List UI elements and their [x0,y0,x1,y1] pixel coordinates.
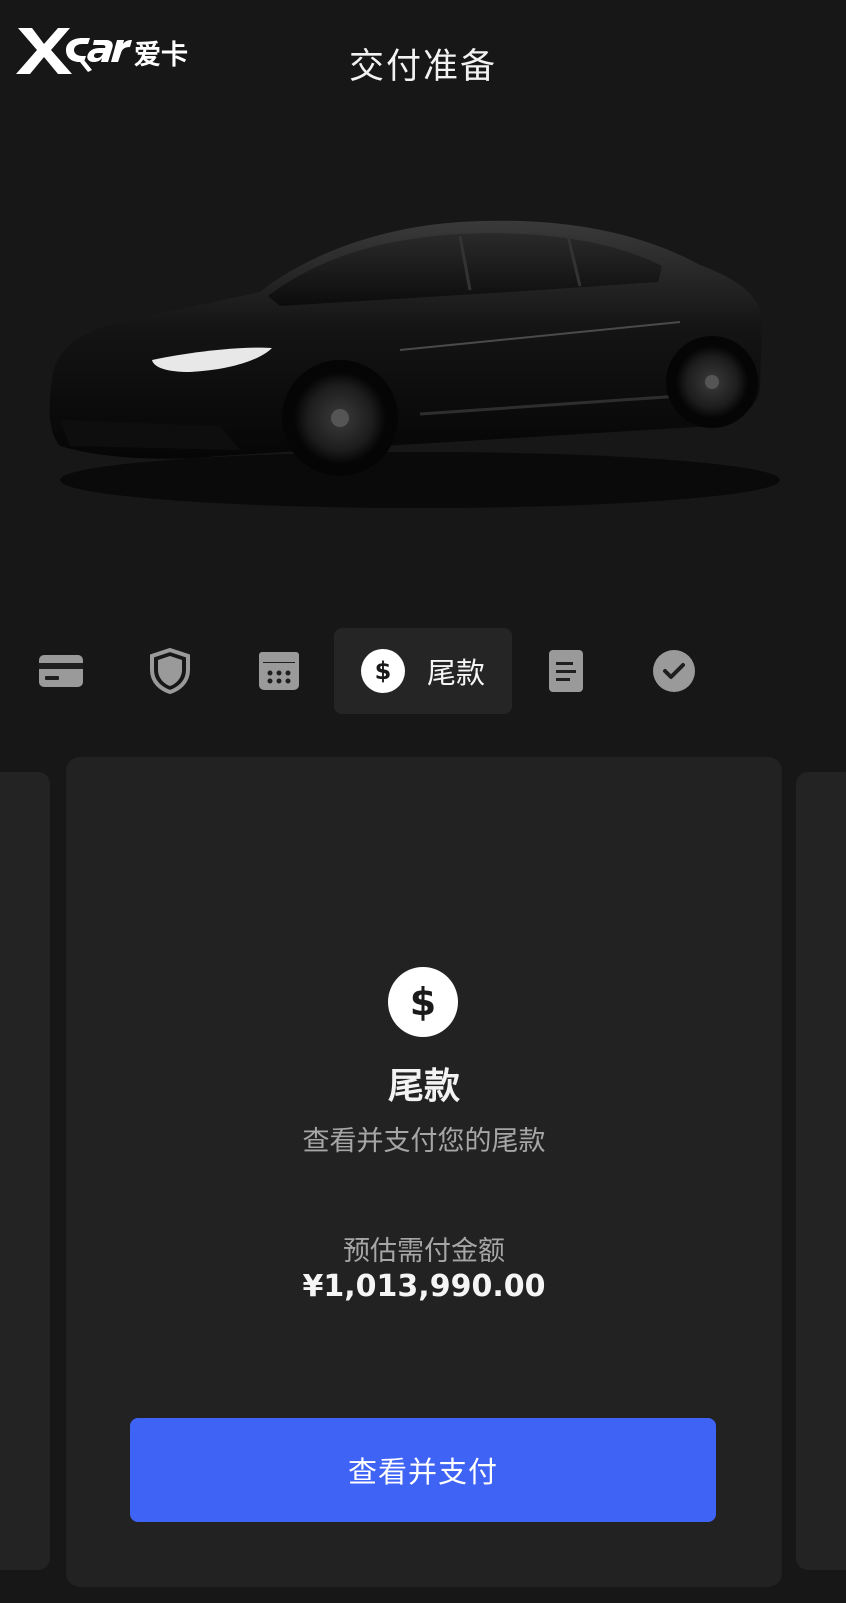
estimated-amount-label: 预估需付金额 [343,1236,505,1267]
calendar-icon [259,652,299,690]
delivery-prep-screen: 爱卡 交付准备 $ 尾款 $ 尾款 查看并支付您的尾款 预估需付金额 ¥1,01… [0,0,846,1603]
checkmark-icon [653,650,695,692]
previous-card-peek[interactable] [0,772,50,1570]
card-title: 尾款 [387,1066,460,1107]
shield-icon [150,648,190,694]
page-title: 交付准备 [348,47,497,87]
car-image [49,220,780,508]
step-tab-insurance[interactable] [149,628,191,714]
document-icon [549,650,583,692]
step-tab-schedule[interactable] [258,628,300,714]
estimated-amount-value: ¥1,013,990.00 [302,1269,546,1304]
card-description: 查看并支付您的尾款 [302,1126,546,1157]
dollar-icon: $ [388,967,458,1037]
step-tab-complete[interactable] [652,628,696,714]
final-payment-card: $ 尾款 查看并支付您的尾款 预估需付金额 ¥1,013,990.00 查看并支… [66,757,782,1587]
step-tab-documents[interactable] [548,628,584,714]
next-card-peek[interactable] [796,772,846,1570]
delivery-steps-tabbar: $ 尾款 [0,628,846,714]
step-tab-final-payment[interactable]: $ 尾款 [334,628,512,714]
dollar-icon: $ [360,649,405,693]
view-and-pay-button[interactable]: 查看并支付 [130,1418,716,1522]
credit-card-icon [39,655,83,687]
step-tab-payment-method[interactable] [38,628,84,714]
step-tab-label: 尾款 [426,656,485,690]
